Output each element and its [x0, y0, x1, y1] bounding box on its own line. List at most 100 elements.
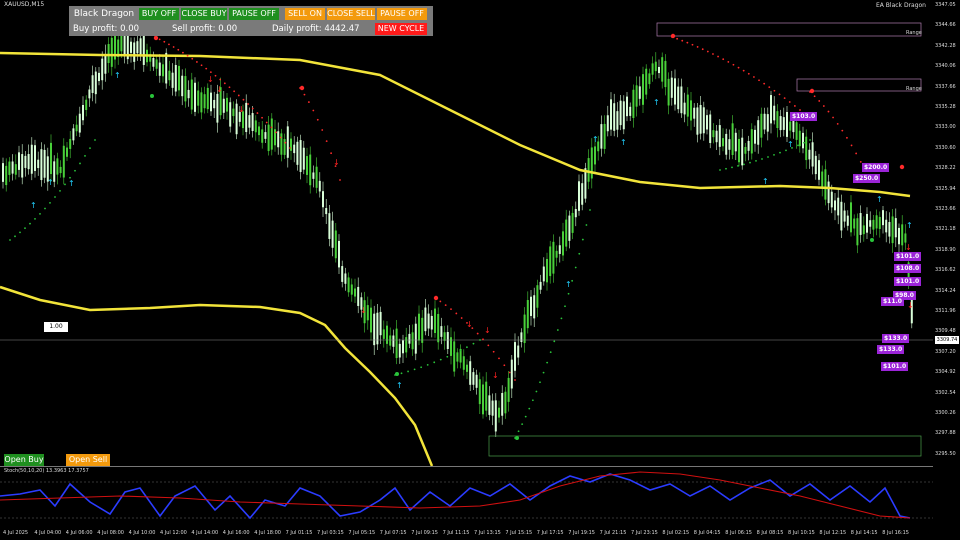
candle-body — [254, 120, 257, 133]
range-label-1: Range — [906, 30, 922, 36]
sar-dot — [237, 94, 240, 97]
candle-body — [901, 224, 904, 246]
sar-dot — [498, 357, 500, 360]
time-tick-label: 8 Jul 10:15 — [788, 530, 815, 536]
sar-dot — [182, 51, 184, 54]
sar-dot — [508, 371, 511, 374]
candle-body — [302, 147, 305, 170]
sar-dot — [284, 141, 287, 144]
candle-body — [850, 202, 852, 233]
sar-dot — [743, 163, 745, 166]
candle-body — [200, 92, 203, 113]
sar-dot — [783, 97, 786, 100]
candle-body — [693, 107, 696, 119]
time-tick-label: 8 Jul 16:15 — [882, 530, 909, 536]
candle-body — [613, 103, 616, 131]
sar-dot — [574, 266, 577, 269]
sar-start-dot — [899, 164, 905, 170]
candle-body — [677, 86, 680, 110]
candle-body — [82, 105, 84, 121]
price-chart[interactable]: Range Range ↑↑ ↑↑↑↑↑ ↑↑↑↑↑↑↓↓↓↓↓↓↓↓↓↓ — [0, 0, 933, 466]
sar-dot — [855, 152, 858, 155]
candle-body — [296, 141, 299, 165]
sar-dot — [564, 305, 566, 308]
sar-dot — [846, 136, 848, 139]
candle-body — [558, 245, 561, 254]
candle-body — [709, 114, 712, 143]
time-tick-label: 4 Jul 14:00 — [191, 530, 219, 536]
candle-body — [88, 89, 91, 99]
candle-body — [667, 78, 670, 106]
candle-body — [552, 241, 555, 274]
candle-body — [341, 266, 344, 282]
sar-dot — [275, 131, 277, 134]
sell-arrow-icon: ↓ — [905, 243, 912, 252]
candle-body — [75, 124, 78, 132]
candle-body — [760, 113, 763, 138]
panel-title: Black Dragon — [71, 8, 137, 20]
sar-dot — [455, 312, 458, 315]
sar-dot — [39, 212, 41, 215]
sar-dot — [450, 308, 452, 311]
sar-start-dot — [809, 88, 815, 94]
candle-body — [251, 113, 254, 132]
candle-body — [334, 230, 337, 259]
range-box-3 — [488, 435, 922, 457]
candle-body — [494, 400, 497, 432]
sell-on-button[interactable]: SELL ON — [285, 8, 325, 20]
pause-off-buy-button[interactable]: PAUSE OFF — [229, 8, 279, 20]
candle-body — [373, 313, 376, 346]
candle-body — [680, 86, 683, 114]
candle-body — [750, 129, 753, 154]
sar-dot — [49, 202, 51, 204]
pause-off-sell-button[interactable]: PAUSE OFF — [377, 8, 427, 20]
sar-dot — [809, 139, 811, 141]
stochastic-subwindow[interactable]: 80 — [0, 466, 933, 528]
candle-body — [392, 335, 395, 347]
candle-body — [715, 130, 718, 143]
candle-body — [811, 142, 814, 167]
sar-dot — [585, 224, 588, 226]
sar-dot — [753, 76, 755, 78]
price-tick-label: 3337.66 — [935, 83, 956, 90]
sar-dot — [535, 390, 538, 393]
candle-body — [488, 395, 491, 415]
candle-body — [549, 246, 552, 277]
candle-body — [155, 59, 158, 69]
candle-body — [498, 407, 500, 418]
candle-body — [747, 140, 750, 151]
candle-body — [290, 138, 292, 151]
candle-body — [824, 169, 827, 200]
candle-body — [734, 132, 737, 152]
close-buy-button[interactable]: CLOSE BUY — [181, 8, 227, 20]
sar-dot — [492, 350, 495, 353]
sar-dot — [737, 165, 739, 167]
candle-body — [366, 305, 369, 321]
sar-dot — [813, 95, 816, 98]
candle-body — [638, 86, 641, 99]
candle-body — [11, 161, 14, 174]
sar-dot — [59, 189, 61, 192]
price-tick-label: 3297.88 — [935, 430, 956, 437]
sar-dot — [209, 71, 212, 74]
candle-body — [318, 180, 321, 192]
open-sell-button[interactable]: Open Sell — [66, 454, 110, 466]
sar-start-dot — [433, 295, 439, 301]
candle-body — [779, 116, 782, 131]
close-sell-button[interactable]: CLOSE SELL — [327, 8, 375, 20]
sar-dot — [517, 430, 520, 433]
sar-dot — [761, 158, 763, 160]
buy-off-button[interactable]: BUY OFF — [139, 8, 179, 20]
candle-body — [840, 201, 843, 231]
sar-dot — [524, 415, 527, 418]
profit-tag: $11.0 — [881, 297, 904, 306]
new-cycle-button[interactable]: NEW CYCLE — [375, 23, 427, 35]
sar-dot — [696, 46, 699, 48]
sar-dot — [832, 116, 834, 119]
open-buy-button[interactable]: Open Buy — [4, 454, 44, 466]
candle-body — [264, 132, 267, 139]
candle-body — [523, 314, 526, 344]
time-tick-label: 8 Jul 02:15 — [662, 530, 690, 536]
ea-control-panel: Black Dragon BUY OFF CLOSE BUY PAUSE OFF… — [69, 6, 433, 36]
candle-body — [66, 147, 68, 157]
